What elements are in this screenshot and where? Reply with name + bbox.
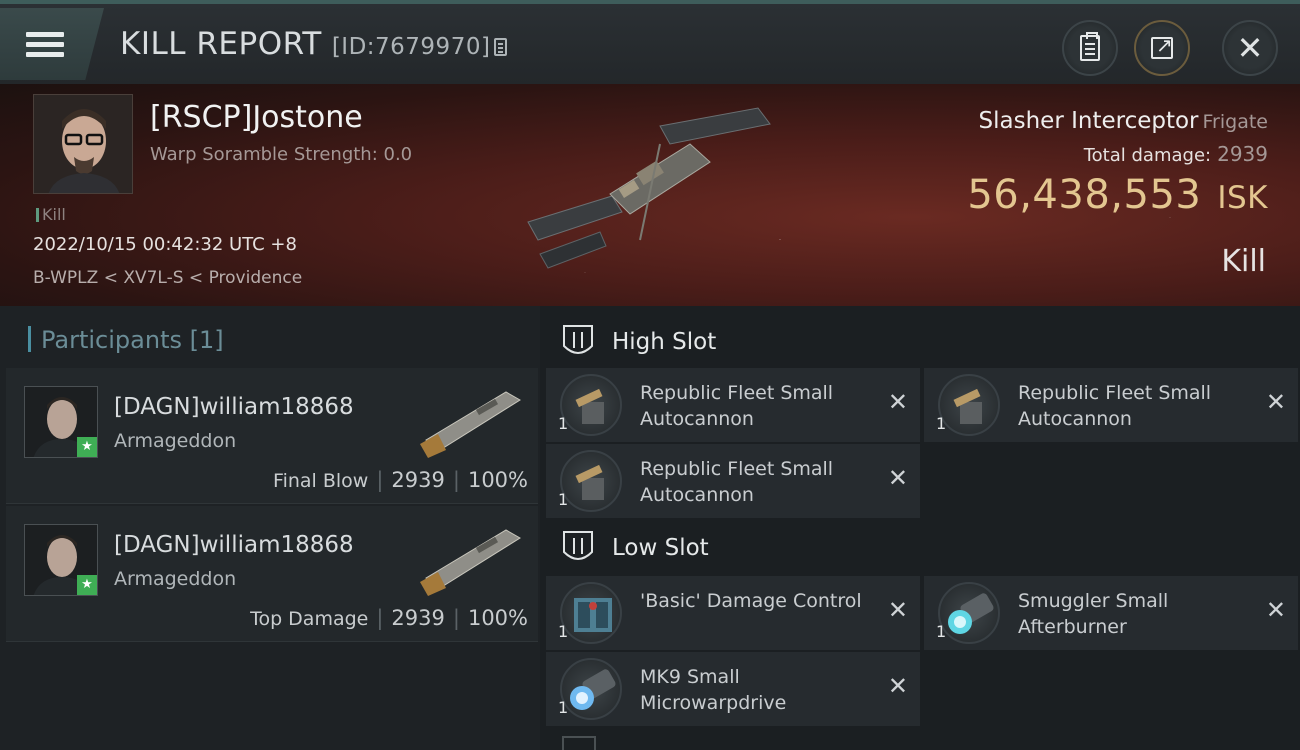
total-damage-label: Total damage: xyxy=(1083,145,1212,166)
participant-damage: 2939 xyxy=(391,606,445,630)
module-name: MK9 Small Microwarpdrive xyxy=(640,666,787,714)
low-slot-header: Low Slot xyxy=(562,530,709,566)
star-icon: ★ xyxy=(77,437,97,457)
total-damage: Total damage: 2939 xyxy=(1084,142,1268,166)
module-qty: 1 xyxy=(558,698,569,717)
module-item[interactable]: 1 MK9 Small Microwarpdrive ✕ xyxy=(546,652,920,726)
close-icon: ✕ xyxy=(1265,388,1286,416)
kill-tag: Kill xyxy=(36,205,66,224)
page-title: KILL REPORT [ID:7679970] xyxy=(120,26,508,62)
participant-avatar[interactable]: ★ xyxy=(24,524,98,596)
kill-location[interactable]: B-WPLZ < XV7L-S < Providence xyxy=(33,268,302,288)
participant-row[interactable]: ★ [DAGN]william18868 Armageddon Top Dama… xyxy=(6,506,538,642)
share-button[interactable] xyxy=(1134,20,1190,76)
menu-button[interactable] xyxy=(0,8,104,80)
share-icon xyxy=(1151,33,1173,59)
kill-tag-label: Kill xyxy=(42,205,66,224)
scramble-strength: Warp Soramble Strength: 0.0 xyxy=(150,144,413,165)
participants-panel: Participants [1] ★ [DAGN]william18868 Ar… xyxy=(0,306,540,750)
participant-percent: 100% xyxy=(467,606,528,630)
module-name: Republic Fleet Small Autocannon xyxy=(640,458,834,506)
participants-header: Participants [1] xyxy=(28,326,224,354)
weapon-image xyxy=(420,529,521,596)
module-qty: 1 xyxy=(936,414,947,433)
afterburner-icon xyxy=(938,582,1000,644)
damage-control-icon xyxy=(560,582,622,644)
module-qty: 1 xyxy=(558,622,569,641)
ship-name[interactable]: Slasher Interceptor Frigate xyxy=(979,108,1268,134)
fitting-panel: High Slot 1 Republic Fleet Small Autocan… xyxy=(540,306,1300,750)
module-item[interactable]: 1 Republic Fleet Small Autocannon ✕ xyxy=(924,368,1298,442)
next-slot-header xyxy=(562,736,596,750)
module-item[interactable]: 1 Republic Fleet Small Autocannon ✕ xyxy=(546,444,920,518)
kill-datetime: 2022/10/15 00:42:32 UTC +8 xyxy=(33,234,297,255)
module-qty: 1 xyxy=(936,622,947,641)
close-icon: ✕ xyxy=(1236,29,1264,67)
microwarpdrive-icon xyxy=(560,658,622,720)
weapon-image xyxy=(420,391,521,458)
isk-value: 56,438,553 ISK xyxy=(967,172,1268,218)
autocannon-icon xyxy=(560,374,622,436)
tag-marker xyxy=(36,208,39,222)
low-slot-label: Low Slot xyxy=(612,535,709,561)
ship-name-text: Slasher Interceptor xyxy=(978,108,1199,134)
autocannon-icon xyxy=(938,374,1000,436)
hamburger-icon xyxy=(26,27,64,62)
header-accent xyxy=(28,326,31,352)
participant-percent: 100% xyxy=(467,468,528,492)
participant-ship: Armageddon xyxy=(114,430,237,452)
victim-name[interactable]: [RSCP]Jostone xyxy=(150,100,363,135)
close-icon: ✕ xyxy=(887,596,908,624)
participant-avatar[interactable]: ★ xyxy=(24,386,98,458)
low-slot-icon xyxy=(563,531,593,560)
module-qty: 1 xyxy=(558,414,569,433)
clipboard-icon xyxy=(1080,32,1100,61)
total-damage-value: 2939 xyxy=(1217,142,1268,166)
participant-ship: Armageddon xyxy=(114,568,237,590)
participant-row[interactable]: ★ [DAGN]william18868 Armageddon Final Bl… xyxy=(6,368,538,504)
victim-avatar[interactable] xyxy=(33,94,133,194)
module-qty: 1 xyxy=(558,490,569,509)
module-name: Republic Fleet Small Autocannon xyxy=(1018,382,1212,430)
clipboard-button[interactable] xyxy=(1062,20,1118,76)
module-item[interactable]: 1 Smuggler Small Afterburner ✕ xyxy=(924,576,1298,650)
participant-name[interactable]: [DAGN]william18868 xyxy=(114,532,354,558)
ship-class: Frigate xyxy=(1202,111,1268,133)
close-icon: ✕ xyxy=(887,388,908,416)
high-slot-icon xyxy=(563,325,593,354)
kill-report-window: KILL REPORT [ID:7679970] ✕ [RSCP]Jostone xyxy=(0,0,1300,750)
title-bar: KILL REPORT [ID:7679970] ✕ xyxy=(0,0,1300,84)
victim-banner: [RSCP]Jostone Warp Soramble Strength: 0.… xyxy=(0,84,1300,306)
close-icon: ✕ xyxy=(1265,596,1286,624)
close-button[interactable]: ✕ xyxy=(1222,20,1278,76)
participant-stats: Top Damage | 2939 | 100% xyxy=(250,606,528,630)
close-icon: ✕ xyxy=(887,672,908,700)
participant-stats: Final Blow | 2939 | 100% xyxy=(273,468,528,492)
participant-role: Final Blow xyxy=(273,470,369,492)
module-name: Smuggler Small Afterburner xyxy=(1018,590,1169,638)
title-text: KILL REPORT xyxy=(120,26,322,62)
participant-damage: 2939 xyxy=(391,468,445,492)
participant-role: Top Damage xyxy=(250,608,369,630)
ship-image xyxy=(527,107,771,269)
star-icon: ★ xyxy=(77,575,97,595)
autocannon-icon xyxy=(560,450,622,512)
close-icon: ✕ xyxy=(887,464,908,492)
module-name: 'Basic' Damage Control xyxy=(640,590,862,612)
participant-name[interactable]: [DAGN]william18868 xyxy=(114,394,354,420)
participants-label: Participants [1] xyxy=(41,326,224,354)
module-item[interactable]: 1 Republic Fleet Small Autocannon ✕ xyxy=(546,368,920,442)
isk-unit: ISK xyxy=(1217,180,1268,216)
isk-amount: 56,438,553 xyxy=(967,172,1202,218)
module-name: Republic Fleet Small Autocannon xyxy=(640,382,834,430)
result-label: Kill xyxy=(1221,244,1266,279)
copy-icon[interactable] xyxy=(494,38,508,56)
high-slot-label: High Slot xyxy=(612,329,717,355)
high-slot-header: High Slot xyxy=(562,324,716,360)
report-id[interactable]: [ID:7679970] xyxy=(332,34,491,60)
module-item[interactable]: 1 'Basic' Damage Control ✕ xyxy=(546,576,920,650)
